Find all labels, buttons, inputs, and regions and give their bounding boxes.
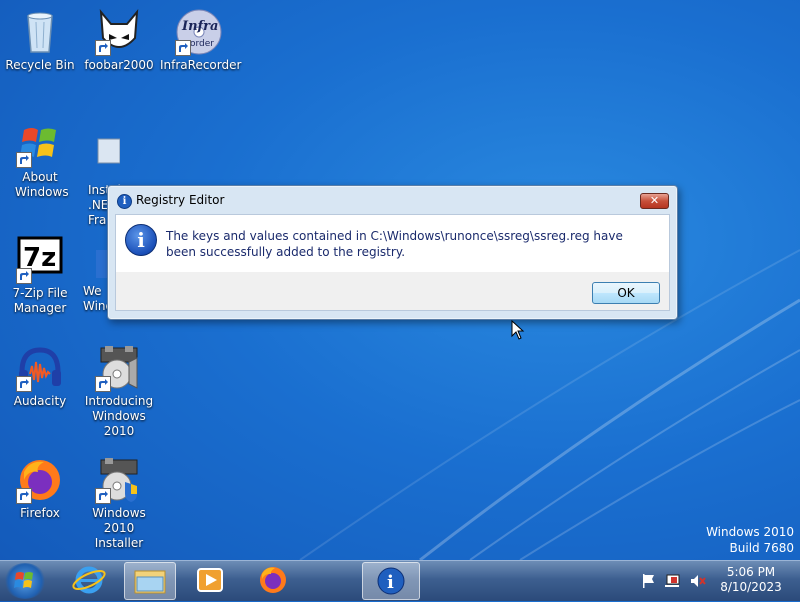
taskbar-file-explorer[interactable] — [124, 562, 176, 600]
welcome-icon — [88, 248, 108, 282]
desktop-icon-audacity[interactable]: Audacity — [1, 344, 79, 409]
build-watermark: Windows 2010 Build 7680 — [706, 524, 794, 556]
watermark-build: Build 7680 — [729, 541, 794, 555]
dialog-title: Registry Editor — [136, 193, 225, 207]
desktop-icon-label: InfraRecorder — [160, 58, 242, 72]
media-cd-icon — [95, 344, 143, 392]
shortcut-arrow-icon — [95, 376, 111, 392]
shortcut-arrow-icon — [95, 488, 111, 504]
ok-button[interactable]: OK — [592, 282, 660, 304]
desktop-icon-firefox[interactable]: Firefox — [1, 456, 79, 521]
7zip-icon: 7z — [16, 236, 64, 284]
start-button[interactable] — [4, 563, 46, 599]
desktop-icon-label: About Windows — [15, 170, 69, 199]
audacity-icon — [16, 344, 64, 392]
dialog-message: The keys and values contained in C:\Wind… — [166, 229, 623, 259]
infrarecorder-icon: Infra corder — [175, 8, 223, 56]
desktop-icon-label: Introducing Windows 2010 — [84, 394, 154, 438]
shortcut-arrow-icon — [16, 488, 32, 504]
desktop-icon-label: 7-Zip File Manager — [12, 286, 68, 315]
desktop-icon-about-windows[interactable]: About Windows — [1, 120, 79, 200]
internet-explorer-icon — [72, 566, 106, 594]
svg-text:i: i — [387, 572, 394, 593]
recycle-bin-icon — [16, 8, 64, 56]
shortcut-arrow-icon — [175, 40, 191, 56]
dialog-body: i The keys and values contained in C:\Wi… — [115, 214, 670, 273]
installer-cd-icon — [95, 456, 143, 504]
desktop-icon-welcome[interactable]: We Wind — [80, 248, 108, 314]
firefox-icon — [260, 567, 286, 593]
taskbar-media-player[interactable] — [186, 562, 236, 598]
desktop-icon-label: foobar2000 — [84, 58, 154, 72]
shortcut-arrow-icon — [16, 152, 32, 168]
taskbar-internet-explorer[interactable] — [64, 562, 114, 598]
infrarecorder-logo-text: Infra — [181, 19, 218, 34]
taskbar-firefox[interactable] — [248, 562, 298, 598]
windows-logo-icon — [16, 120, 64, 168]
clock-time: 5:06 PM — [726, 565, 776, 579]
clock-date: 8/10/2023 — [720, 580, 782, 594]
dialog-titlebar[interactable]: i Registry Editor ✕ — [108, 186, 677, 214]
taskbar-clock[interactable]: 5:06 PM 8/10/2023 — [716, 565, 786, 595]
mouse-cursor-icon — [511, 320, 525, 340]
desktop-icon-introducing-windows[interactable]: Introducing Windows 2010 — [80, 344, 158, 439]
taskbar: i — [0, 560, 800, 601]
firefox-icon — [16, 456, 64, 504]
desktop-icon-label: Audacity — [13, 394, 67, 408]
shortcut-arrow-icon — [16, 376, 32, 392]
flag-icon — [643, 574, 654, 588]
desktop-icon-recycle-bin[interactable]: Recycle Bin — [1, 8, 79, 73]
volume-muted-icon — [691, 575, 706, 587]
information-icon: i — [125, 224, 157, 256]
desktop-icon-foobar2000[interactable]: foobar2000 — [80, 8, 158, 73]
close-button[interactable]: ✕ — [640, 193, 669, 209]
registry-editor-dialog: i Registry Editor ✕ i The keys and value… — [107, 185, 678, 320]
desktop-icon-label: Windows 2010 Installer — [92, 506, 146, 550]
foobar2000-icon — [95, 8, 143, 56]
media-player-icon — [197, 568, 223, 592]
file-explorer-icon — [134, 570, 166, 594]
desktop-icon-label: Firefox — [20, 506, 60, 520]
watermark-os-name: Windows 2010 — [706, 525, 794, 539]
network-icon — [665, 574, 680, 587]
desktop-icon-label: Recycle Bin — [5, 58, 75, 72]
shortcut-arrow-icon — [95, 40, 111, 56]
desktop-icon-label: We Wind — [83, 284, 108, 313]
shortcut-arrow-icon — [16, 268, 32, 284]
desktop-icon-7zip[interactable]: 7z 7-Zip File Manager — [1, 236, 79, 316]
desktop-icon-infrarecorder[interactable]: Infra corder InfraRecorder — [160, 8, 242, 73]
taskbar-registry-editor[interactable]: i — [362, 562, 420, 600]
registry-info-icon: i — [377, 567, 405, 595]
desktop-icon-windows-installer[interactable]: Windows 2010 Installer — [80, 456, 158, 551]
registry-info-small-icon: i — [117, 194, 132, 209]
system-tray-icons[interactable] — [641, 573, 711, 589]
dialog-footer: OK — [115, 272, 670, 311]
net-installer-icon — [94, 133, 120, 181]
